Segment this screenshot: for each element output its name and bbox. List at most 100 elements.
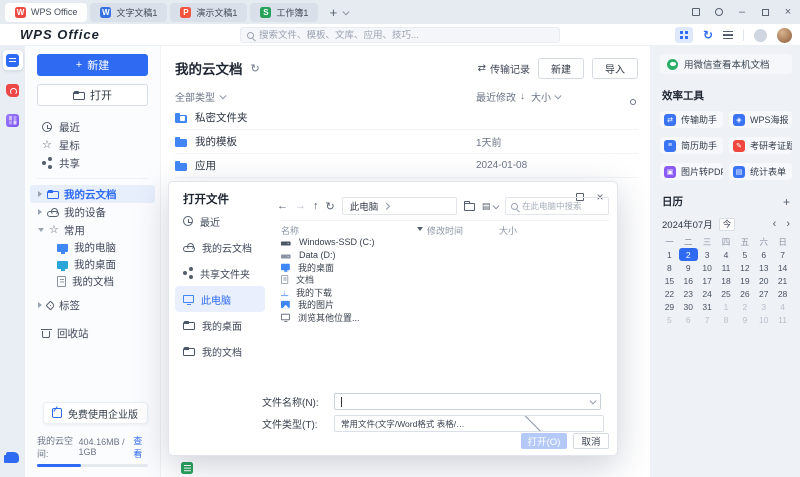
global-search[interactable] [240,27,560,43]
global-search-input[interactable] [259,30,553,41]
sidebar-item-my-computer[interactable]: 我的电脑 [25,239,160,256]
dialog-search-input[interactable] [522,201,603,211]
breadcrumb[interactable]: 此电脑 [342,197,457,215]
calendar-day[interactable]: 1 [660,248,679,261]
new-tab-button[interactable]: + [325,4,341,20]
calendar-day[interactable]: 8 [717,313,736,326]
calendar-day[interactable]: 10 [754,313,773,326]
rail-documents-tab[interactable] [3,50,23,70]
file-row-pictures[interactable]: 我的图片 [281,299,609,312]
rail-apps-tab[interactable] [3,110,23,130]
calendar-day[interactable]: 4 [773,300,792,313]
new-button[interactable]: 新建 [538,58,584,79]
tab-presentation[interactable]: P 演示文稿1 [170,3,247,22]
tool-transfer-assistant[interactable]: ⇄传输助手 [660,111,723,128]
rail-pdf-tab[interactable] [3,80,23,100]
calendar-day[interactable]: 9 [679,261,698,274]
file-row-windows-ssd[interactable]: Windows-SSD (C:) [281,236,609,249]
calendar-day[interactable]: 3 [698,248,717,261]
skin-icon[interactable] [713,6,725,18]
thumbs-up-icon[interactable] [6,452,19,463]
calendar-day[interactable]: 16 [679,274,698,287]
sort-size-header[interactable]: 大小 [531,89,560,104]
sidebar-item-my-desktop[interactable]: 我的桌面 [25,256,160,273]
calendar-prev-icon[interactable]: ‹ [773,218,777,230]
chevron-down-icon[interactable] [590,398,596,404]
calendar-day[interactable]: 17 [698,274,717,287]
sidebar-item-recent[interactable]: 最近 [25,118,160,136]
close-button[interactable]: × [782,6,794,18]
calendar-day[interactable]: 23 [679,287,698,300]
refresh-icon[interactable]: ↻ [326,200,335,213]
tab-list-chevron-icon[interactable] [343,8,349,14]
new-folder-icon[interactable] [464,203,475,211]
calendar-day[interactable]: 20 [754,274,773,287]
tab-workbook[interactable]: S 工作簿1 [250,3,318,22]
dialog-nav-my-desktop[interactable]: 我的桌面 [175,312,265,338]
caret-right-icon[interactable] [38,209,42,215]
layout-mode-icon[interactable] [690,6,702,18]
calendar-day[interactable]: 18 [717,274,736,287]
cancel-button[interactable]: 取消 [573,433,609,449]
tool-wps-poster[interactable]: ◈WPS海报 [729,111,792,128]
dialog-nav-recent[interactable]: 最近 [175,208,265,234]
open-file-button[interactable]: 打开 [37,84,148,106]
filename-field[interactable] [334,393,601,410]
sidebar-item-my-devices[interactable]: 我的设备 [30,203,155,221]
calendar-today-button[interactable]: 今 [719,218,736,231]
new-document-button[interactable]: +新建 [37,54,148,76]
filetype-dropdown[interactable]: 常用文件(文字/Word格式 表格/Excel格式 演示/PowerPoint格… [334,415,604,432]
import-button[interactable]: 导入 [592,58,638,79]
tab-home[interactable]: W WPS Office [5,3,87,22]
minimize-button[interactable]: – [736,6,748,18]
calendar-add-button[interactable]: + [783,195,790,209]
sidebar-item-my-documents[interactable]: 我的文档 [25,273,160,290]
file-row-documents[interactable]: 文档 [281,274,609,287]
tool-exam-question-bank[interactable]: ✎考研考证题库 [729,137,792,154]
calendar-day[interactable]: 22 [660,287,679,300]
dialog-search[interactable] [505,197,609,215]
tool-image-to-pdf[interactable]: ▣图片转PDF [660,163,723,180]
calendar-day[interactable]: 11 [773,313,792,326]
calendar-day[interactable]: 4 [717,248,736,261]
forward-icon[interactable]: → [295,200,306,212]
dialog-nav-this-pc[interactable]: 此电脑 [175,286,265,312]
calendar-day[interactable]: 25 [717,287,736,300]
calendar-day[interactable]: 29 [660,300,679,313]
calendar-day[interactable]: 28 [773,287,792,300]
sidebar-item-starred[interactable]: ☆星标 [25,136,160,154]
wechat-view-banner[interactable]: 用微信查看本机文档 [660,54,792,74]
dialog-nav-shared-folder[interactable]: 共享文件夹 [175,260,265,286]
file-row-data-drive[interactable]: Data (D:) [281,249,609,262]
calendar-day[interactable]: 14 [773,261,792,274]
caret-right-icon[interactable] [38,191,42,197]
calendar-next-icon[interactable]: › [786,218,790,230]
filename-input[interactable] [340,397,590,407]
sync-icon[interactable]: ↻ [703,28,713,42]
type-filter-dropdown[interactable]: 全部类型 [175,89,225,104]
calendar-day[interactable]: 1 [717,300,736,313]
transfer-history-button[interactable]: ⇄传输记录 [478,61,530,76]
refresh-icon[interactable]: ↻ [251,62,260,75]
partially-visible-row[interactable] [181,462,193,474]
open-confirm-button[interactable]: 打开(O) [521,433,567,449]
calendar-day[interactable]: 19 [735,274,754,287]
calendar-day[interactable]: 5 [735,248,754,261]
sidebar-item-common[interactable]: ☆ 常用 [30,221,155,239]
up-icon[interactable]: ↑ [313,200,319,212]
calendar-day[interactable]: 31 [698,300,717,313]
file-row-downloads[interactable]: ↓我的下载 [281,286,609,299]
sidebar-item-tags[interactable]: 标签 [30,296,155,314]
file-row-browse-other[interactable]: 浏览其他位置... [281,311,609,324]
calendar-day[interactable]: 2 [735,300,754,313]
apps-grid-icon[interactable] [675,27,693,43]
back-icon[interactable]: ← [277,200,288,212]
calendar-day[interactable]: 24 [698,287,717,300]
sort-modified-header[interactable]: 最近修改↓ [476,89,525,104]
file-row-my-desktop[interactable]: 我的桌面 [281,261,609,274]
file-row-my-templates[interactable]: 我的模板 1天前 [175,130,638,154]
calendar-day[interactable]: 15 [660,274,679,287]
calendar-day[interactable]: 2 [679,248,698,261]
file-row-private-folder[interactable]: 私密文件夹 [175,106,638,130]
calendar-day[interactable]: 11 [717,261,736,274]
